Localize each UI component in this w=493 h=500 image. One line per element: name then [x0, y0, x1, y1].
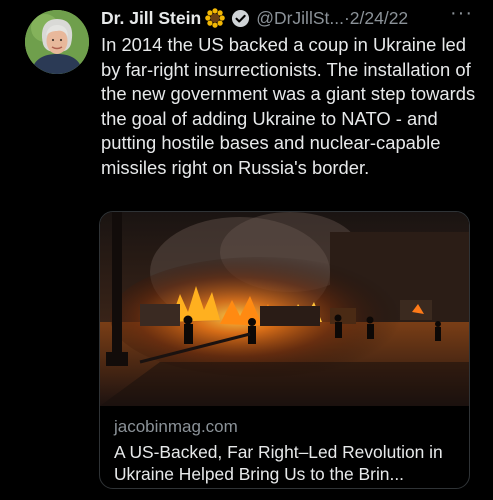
- burning-street-photo: [100, 212, 469, 406]
- link-title: A US-Backed, Far Right–Led Revolution in…: [114, 442, 443, 484]
- sunflower-icon: [205, 8, 225, 28]
- verified-badge-icon: [231, 9, 250, 28]
- author-handle[interactable]: @DrJillSt...: [256, 8, 344, 29]
- author-avatar[interactable]: [25, 10, 89, 74]
- tweet-text: In 2014 the US backed a coup in Ukraine …: [101, 34, 476, 178]
- author-name[interactable]: Dr. Jill Stein: [101, 8, 201, 29]
- avatar-photo: [25, 10, 89, 74]
- tweet[interactable]: Dr. Jill Stein @DrJillSt... · 2/24/22 ··…: [0, 0, 493, 500]
- link-preview-card[interactable]: jacobinmag.com A US-Backed, Far Right–Le…: [99, 211, 470, 489]
- link-domain: jacobinmag.com: [114, 417, 238, 436]
- more-options-icon[interactable]: ···: [450, 2, 473, 25]
- link-preview-image[interactable]: [100, 212, 469, 406]
- tweet-header: Dr. Jill Stein @DrJillSt... · 2/24/22 ··…: [101, 2, 481, 30]
- tweet-date[interactable]: 2/24/22: [350, 8, 408, 29]
